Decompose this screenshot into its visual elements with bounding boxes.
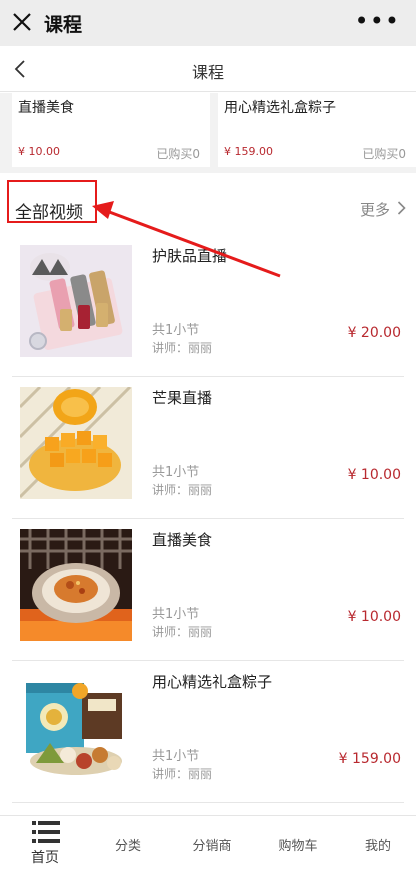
top-card-row: 直播美食 ¥ 10.00 已购买0 用心精选礼盒粽子 ¥ 159.00 已购买0 bbox=[0, 93, 416, 173]
top-card-price: ¥ 10.00 bbox=[18, 145, 60, 158]
course-name: 用心精选礼盒粽子 bbox=[152, 673, 273, 691]
course-lessons: 共1小节 bbox=[152, 323, 200, 338]
chevron-right-icon[interactable] bbox=[397, 201, 406, 215]
more-icon[interactable]: ••• bbox=[355, 9, 400, 33]
close-icon[interactable] bbox=[11, 11, 33, 33]
tab-label: 购物车 bbox=[278, 839, 318, 854]
top-card-name: 直播美食 bbox=[18, 100, 74, 116]
top-card-sold: 已购买0 bbox=[156, 147, 200, 161]
content-scroll[interactable]: 直播美食 ¥ 10.00 已购买0 用心精选礼盒粽子 ¥ 159.00 已购买0… bbox=[0, 93, 416, 815]
course-lessons: 共1小节 bbox=[152, 465, 200, 480]
tab-label: 分类 bbox=[114, 839, 141, 854]
highlight-box bbox=[7, 180, 97, 223]
course-price: ¥ 20.00 bbox=[347, 325, 401, 341]
page-title: 课程 bbox=[191, 63, 224, 82]
bottom-tab-bar: 首页 分类 分销商 购物车 我的 bbox=[0, 815, 416, 872]
course-item[interactable]: 用心精选礼盒粽子 共1小节 讲师：丽丽 ¥ 159.00 bbox=[12, 661, 404, 803]
top-card-name: 用心精选礼盒粽子 bbox=[224, 100, 336, 116]
course-teacher: 讲师：丽丽 bbox=[152, 483, 213, 497]
wechat-title-bar: 课程 ••• bbox=[0, 0, 416, 46]
tab-label: 分销商 bbox=[192, 839, 232, 854]
top-card-sold: 已购买0 bbox=[362, 147, 406, 161]
tab-cart[interactable]: 购物车 bbox=[266, 816, 330, 872]
course-teacher: 讲师：丽丽 bbox=[152, 625, 213, 639]
tab-home[interactable]: 首页 bbox=[14, 816, 76, 872]
course-name: 直播美食 bbox=[152, 531, 213, 549]
course-name: 芒果直播 bbox=[152, 389, 213, 407]
course-name: 护肤品直播 bbox=[152, 247, 228, 265]
course-price: ¥ 10.00 bbox=[347, 609, 401, 625]
course-lessons: 共1小节 bbox=[152, 607, 200, 622]
course-lessons: 共1小节 bbox=[152, 749, 200, 764]
course-thumbnail bbox=[20, 671, 132, 783]
list-icon bbox=[32, 821, 60, 843]
tab-label: 我的 bbox=[364, 839, 391, 854]
course-teacher: 讲师：丽丽 bbox=[152, 767, 213, 781]
tab-label: 首页 bbox=[31, 850, 59, 866]
course-teacher: 讲师：丽丽 bbox=[152, 341, 213, 355]
tab-distributor[interactable]: 分销商 bbox=[180, 816, 244, 872]
course-thumbnail bbox=[20, 245, 132, 357]
course-item[interactable]: 芒果直播 共1小节 讲师：丽丽 ¥ 10.00 bbox=[12, 377, 404, 519]
course-item[interactable]: 直播美食 共1小节 讲师：丽丽 ¥ 10.00 bbox=[12, 519, 404, 661]
nav-bar: 课程 bbox=[0, 46, 416, 92]
top-card[interactable]: 用心精选礼盒粽子 ¥ 159.00 已购买0 bbox=[218, 93, 416, 167]
course-thumbnail bbox=[20, 529, 132, 641]
tab-category[interactable]: 分类 bbox=[98, 816, 158, 872]
course-price: ¥ 10.00 bbox=[347, 467, 401, 483]
top-card[interactable]: 直播美食 ¥ 10.00 已购买0 bbox=[12, 93, 210, 167]
course-item[interactable]: 护肤品直播 共1小节 讲师：丽丽 ¥ 20.00 bbox=[12, 235, 404, 377]
top-card-price: ¥ 159.00 bbox=[224, 145, 273, 158]
course-price: ¥ 159.00 bbox=[338, 751, 401, 767]
more-link[interactable]: 更多 bbox=[360, 199, 390, 220]
tab-mine[interactable]: 我的 bbox=[350, 816, 406, 872]
course-thumbnail bbox=[20, 387, 132, 499]
wechat-title: 课程 bbox=[44, 14, 83, 36]
